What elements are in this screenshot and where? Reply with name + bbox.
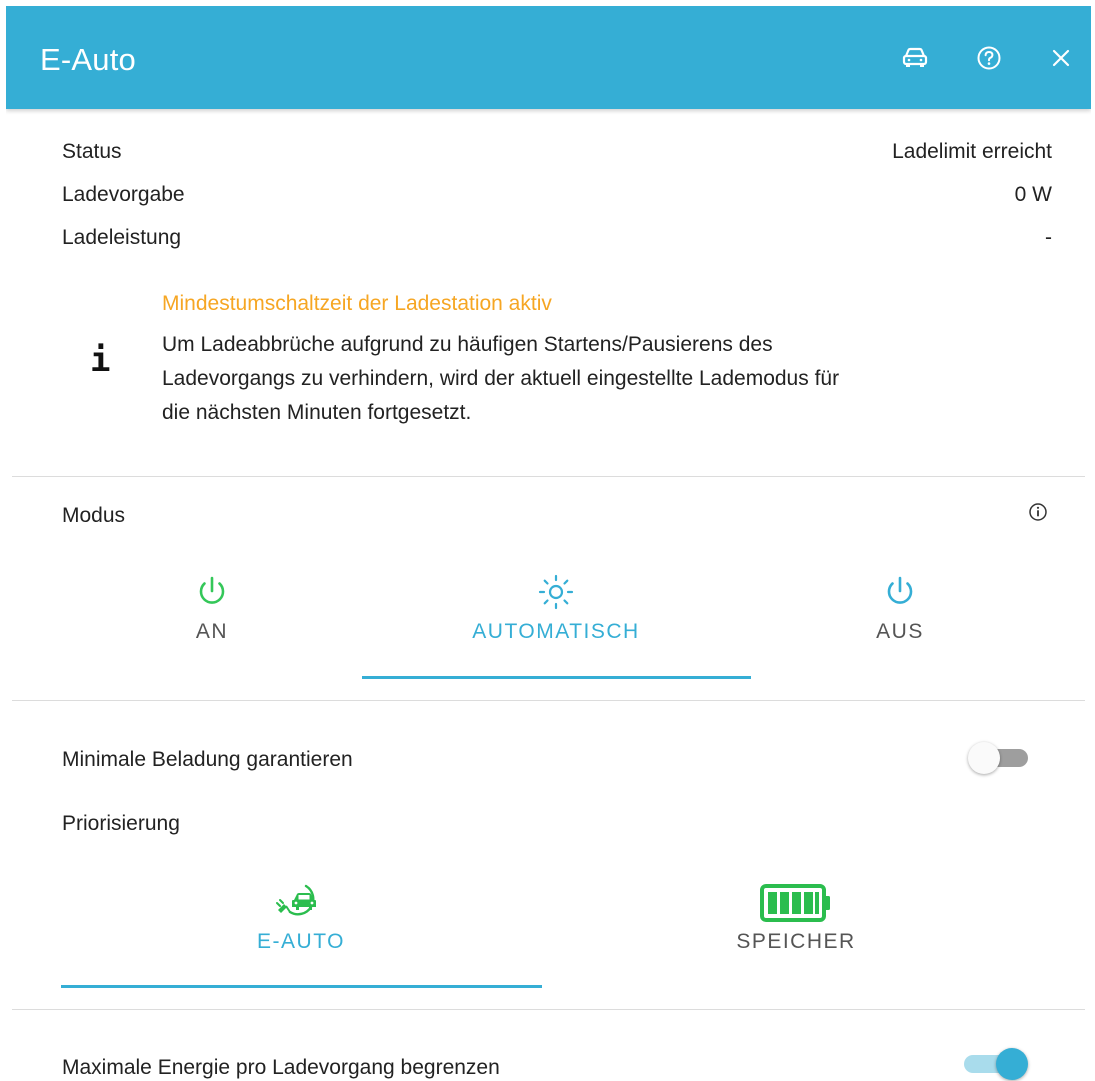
tab-label: AUS — [876, 620, 924, 643]
mode-tab-indicator — [362, 676, 751, 679]
car-icon — [902, 47, 928, 67]
car-button[interactable] — [899, 42, 931, 74]
close-icon — [1052, 49, 1070, 67]
status-label: Status — [62, 140, 122, 163]
dialog-header: E-Auto — [6, 6, 1091, 109]
info-text-line: Um Ladeabbrüche aufgrund zu häufigen Sta… — [162, 333, 773, 356]
tab-mode-automatisch[interactable]: AUTOMATISCH — [406, 572, 706, 644]
power-icon — [887, 576, 913, 604]
e-auto-dialog: E-Auto Status Ladelimit erreicht Ladevor… — [6, 6, 1091, 1081]
help-button[interactable] — [973, 42, 1005, 74]
toggle-knob — [996, 1048, 1028, 1080]
info-letter-icon: i — [90, 340, 111, 380]
charge-target-row: Ladevorgabe 0 W — [62, 183, 1052, 213]
info-title: Mindestumschaltzeit der Ladestation akti… — [162, 292, 552, 315]
charge-target-label: Ladevorgabe — [62, 183, 185, 206]
tab-mode-an[interactable]: AN — [112, 572, 312, 644]
info-text-line: Ladevorgangs zu verhindern, wird der akt… — [162, 367, 840, 390]
modus-label: Modus — [62, 504, 126, 527]
max-energy-label: Maximale Energie pro Ladevorgang begrenz… — [62, 1056, 500, 1079]
charge-power-label: Ladeleistung — [62, 226, 182, 249]
info-text: Um Ladeabbrüche aufgrund zu häufigen Sta… — [162, 328, 1022, 430]
battery-full-icon — [760, 884, 830, 922]
sun-icon — [538, 574, 574, 610]
divider — [12, 1009, 1085, 1010]
tab-label: SPEICHER — [736, 930, 856, 953]
ev-charging-car-icon — [276, 884, 316, 916]
divider — [12, 476, 1085, 477]
toggle-knob — [968, 742, 1000, 774]
priority-tab-indicator — [61, 985, 542, 988]
status-value: Ladelimit erreicht — [892, 140, 1052, 163]
priority-label: Priorisierung — [62, 812, 180, 835]
tab-priority-speicher[interactable]: SPEICHER — [661, 882, 931, 954]
max-energy-toggle[interactable] — [964, 1046, 1028, 1080]
help-icon — [977, 46, 1001, 70]
tab-label: AUTOMATISCH — [472, 620, 640, 643]
tab-label: E-AUTO — [257, 930, 345, 953]
charge-target-value: 0 W — [1014, 183, 1052, 206]
status-row: Status Ladelimit erreicht — [62, 140, 1052, 170]
dialog-title: E-Auto — [40, 42, 136, 77]
close-button[interactable] — [1045, 42, 1077, 74]
info-circle-icon[interactable] — [1028, 502, 1048, 522]
power-icon — [199, 576, 225, 604]
tab-priority-e-auto[interactable]: E-AUTO — [166, 882, 436, 954]
divider — [12, 700, 1085, 701]
tab-mode-aus[interactable]: AUS — [800, 572, 1000, 644]
info-text-line: die nächsten Minuten fortgesetzt. — [162, 401, 472, 424]
tab-label: AN — [195, 620, 229, 643]
min-charge-toggle[interactable] — [968, 740, 1032, 774]
charge-power-value: - — [1045, 226, 1052, 249]
min-charge-label: Minimale Beladung garantieren — [62, 748, 353, 771]
charge-power-row: Ladeleistung - — [62, 226, 1052, 256]
